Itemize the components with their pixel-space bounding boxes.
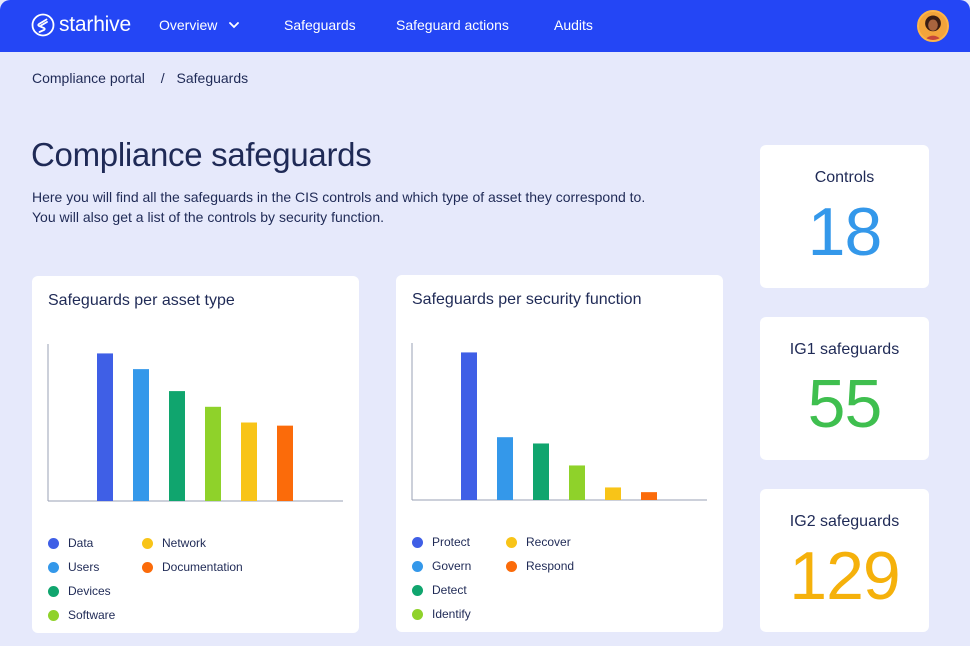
legend-label: Detect xyxy=(432,583,467,597)
legend-label: Devices xyxy=(68,584,111,598)
legend-item-detect[interactable]: Detect xyxy=(412,583,467,597)
chart-card-asset-type: Safeguards per asset type Data Users Devic… xyxy=(32,276,359,633)
description-line: You will also get a list of the controls… xyxy=(32,209,384,225)
security-function-bar-chart xyxy=(411,343,707,501)
legend-item-users[interactable]: Users xyxy=(48,560,99,574)
bar-recover[interactable] xyxy=(605,487,621,500)
user-avatar[interactable] xyxy=(917,10,949,42)
legend-label: Respond xyxy=(526,559,575,573)
stat-card-controls: Controls 18 xyxy=(760,145,929,288)
legend-dot-icon xyxy=(412,608,423,620)
legend-dot-icon xyxy=(412,560,423,572)
stat-value: 18 xyxy=(807,194,883,270)
legend-label: Govern xyxy=(432,559,472,573)
legend-dot-icon xyxy=(142,537,153,549)
nav-overview[interactable]: Overview xyxy=(159,17,240,33)
stat-value: 55 xyxy=(807,366,883,442)
legend-dot-icon xyxy=(48,609,59,621)
legend-item-respond[interactable]: Respond xyxy=(506,559,574,573)
legend-label: Recover xyxy=(526,535,571,549)
top-navigation-bar: starhive Overview Safeguards Safeguard a… xyxy=(0,0,970,52)
app-window: starhive Overview Safeguards Safeguard a… xyxy=(0,0,970,646)
legend-label: Identify xyxy=(432,607,471,621)
stat-label: Controls xyxy=(814,169,875,186)
page-description: Here you will find all the safeguards in… xyxy=(32,187,645,227)
bar-protect[interactable] xyxy=(461,352,477,500)
legend-label: Protect xyxy=(432,535,471,549)
chart-card-security-function: Safeguards per security function Protect… xyxy=(396,275,723,632)
legend-item-recover[interactable]: Recover xyxy=(506,535,571,549)
legend-item-documentation[interactable]: Documentation xyxy=(142,560,243,574)
bar-users[interactable] xyxy=(133,369,149,501)
starhive-logo[interactable]: starhive xyxy=(31,12,131,38)
legend-item-data[interactable]: Data xyxy=(48,536,93,550)
legend-label: Network xyxy=(162,536,207,550)
stat-label: IG2 safeguards xyxy=(789,513,900,530)
avatar-image xyxy=(919,12,947,40)
legend-item-network[interactable]: Network xyxy=(142,536,206,550)
bar-data[interactable] xyxy=(97,353,113,501)
breadcrumb-compliance-portal[interactable]: Compliance portal xyxy=(32,70,145,86)
stat-value: 129 xyxy=(789,538,900,614)
nav-overview-label: Overview xyxy=(159,17,218,33)
bar-software[interactable] xyxy=(205,406,221,501)
legend-item-software[interactable]: Software xyxy=(48,608,115,622)
page-title: Compliance safeguards xyxy=(31,136,372,173)
legend-item-govern[interactable]: Govern xyxy=(412,559,471,573)
app-name: starhive xyxy=(59,13,131,36)
legend-dot-icon xyxy=(142,561,153,573)
legend-dot-icon xyxy=(48,585,59,597)
nav-safeguards[interactable]: Safeguards xyxy=(284,17,356,33)
bar-respond[interactable] xyxy=(641,492,657,500)
stat-label: IG1 safeguards xyxy=(789,341,900,358)
bar-network[interactable] xyxy=(241,422,257,502)
legend-dot-icon xyxy=(412,536,423,548)
stat-card-ig2-safeguards: IG2 safeguards 129 xyxy=(760,489,929,632)
asset-type-bar-chart xyxy=(47,344,343,502)
legend-dot-icon xyxy=(48,561,59,573)
legend-item-identify[interactable]: Identify xyxy=(412,607,471,621)
description-line: Here you will find all the safeguards in… xyxy=(32,189,646,205)
legend-dot-icon xyxy=(412,584,423,596)
legend-item-protect[interactable]: Protect xyxy=(412,535,470,549)
bar-detect[interactable] xyxy=(533,443,549,500)
chevron-down-icon xyxy=(229,21,240,28)
legend-label: Documentation xyxy=(162,560,243,574)
bar-documentation[interactable] xyxy=(277,425,293,501)
stat-card-ig1-safeguards: IG1 safeguards 55 xyxy=(760,317,929,460)
legend-dot-icon xyxy=(506,536,517,548)
nav-audits[interactable]: Audits xyxy=(554,17,593,33)
bar-devices[interactable] xyxy=(169,391,185,501)
breadcrumb: Compliance portal / Safeguards xyxy=(32,70,252,86)
breadcrumb-separator: / xyxy=(160,70,165,86)
nav-safeguard-actions[interactable]: Safeguard actions xyxy=(396,17,509,33)
legend-item-devices[interactable]: Devices xyxy=(48,584,111,598)
legend-dot-icon xyxy=(506,560,517,572)
breadcrumb-safeguards[interactable]: Safeguards xyxy=(177,70,249,86)
bar-identify[interactable] xyxy=(569,465,585,500)
legend-label: Data xyxy=(68,536,94,550)
legend-label: Software xyxy=(68,608,116,622)
legend-label: Users xyxy=(68,560,100,574)
legend-dot-icon xyxy=(48,537,59,549)
starhive-logo-icon xyxy=(31,13,55,37)
bar-govern[interactable] xyxy=(497,437,513,500)
